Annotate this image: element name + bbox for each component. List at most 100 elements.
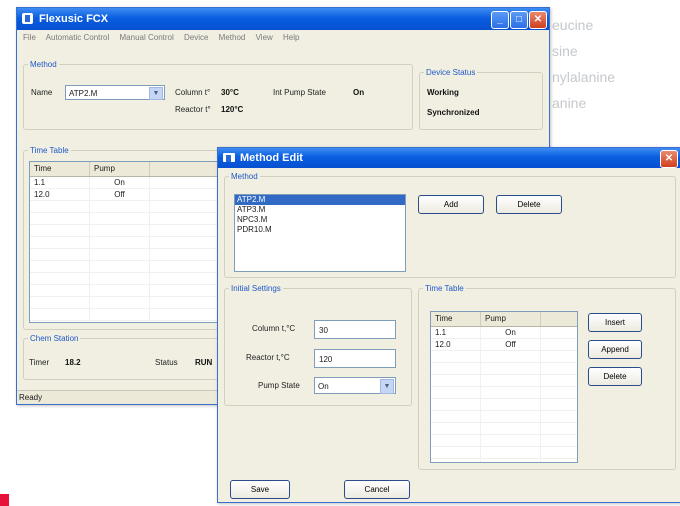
table-row-empty — [30, 261, 218, 273]
table-cell: On — [90, 177, 150, 188]
list-item[interactable]: PDR10.M — [235, 225, 405, 235]
table-row-empty — [30, 213, 218, 225]
table-row-empty — [30, 273, 218, 285]
device-status-synchronized: Synchronized — [427, 108, 480, 117]
table-row-empty — [30, 249, 218, 261]
method-name-value: ATP2.M — [69, 89, 98, 98]
dialog-close-icon[interactable]: ✕ — [660, 150, 678, 168]
dialog-titlebar[interactable]: Method Edit ✕ — [218, 148, 680, 168]
menu-help[interactable]: Help — [283, 33, 299, 42]
main-titlebar[interactable]: Flexusic FCX _ □ ✕ — [17, 8, 549, 30]
reactor-temp-input[interactable]: 120 — [314, 349, 396, 368]
column-temp-label: Column t° — [175, 88, 211, 97]
table-row-empty — [431, 411, 577, 423]
table-row-empty — [30, 201, 218, 213]
table-cell: Off — [481, 339, 541, 350]
device-status-title: Device Status — [426, 68, 476, 77]
cancel-button[interactable]: Cancel — [344, 480, 410, 499]
pump-state-select[interactable]: On ▼ — [314, 377, 396, 394]
table-header: Time Pump — [431, 312, 577, 327]
status-value: RUN — [195, 358, 213, 367]
method-group-title: Method — [30, 60, 57, 69]
delete-row-button[interactable]: Delete — [588, 367, 642, 386]
dialog-icon — [223, 153, 235, 162]
menu-view[interactable]: View — [256, 33, 273, 42]
table-cell: 12.0 — [30, 189, 90, 200]
status-bar-text: Ready — [19, 393, 43, 402]
method-list[interactable]: ATP2.M ATP3.M NPC3.M PDR10.M — [234, 194, 406, 272]
menu-file[interactable]: File — [23, 33, 36, 42]
main-window-title: Flexusic FCX — [39, 13, 109, 25]
menu-bar: File Automatic Control Manual Control De… — [17, 30, 549, 46]
save-button[interactable]: Save — [230, 480, 290, 499]
pump-state-value: On — [318, 382, 329, 391]
minimize-icon[interactable]: _ — [491, 11, 509, 29]
menu-automatic-control[interactable]: Automatic Control — [46, 33, 110, 42]
table-row-empty — [431, 363, 577, 375]
delete-method-button[interactable]: Delete — [496, 195, 562, 214]
dialog-time-table: Time Pump 1.1 On 12.0 Off — [430, 311, 578, 463]
table-row[interactable]: 12.0 Off — [431, 339, 577, 351]
timer-value: 18.2 — [65, 358, 81, 367]
append-button[interactable]: Append — [588, 340, 642, 359]
chevron-down-icon[interactable]: ▼ — [149, 87, 163, 100]
timer-label: Timer — [29, 358, 50, 367]
menu-device[interactable]: Device — [184, 33, 208, 42]
device-status-group: Device Status — [419, 68, 543, 130]
header-time[interactable]: Time — [30, 162, 90, 176]
name-label: Name — [31, 88, 53, 97]
table-cell: Off — [90, 189, 150, 200]
chevron-down-icon[interactable]: ▼ — [380, 379, 394, 394]
table-cell: On — [481, 327, 541, 338]
table-row-empty — [431, 399, 577, 411]
list-item[interactable]: ATP3.M — [235, 205, 405, 215]
initial-settings-title: Initial Settings — [231, 284, 281, 293]
background-word: anine — [552, 95, 587, 111]
table-cell: 1.1 — [431, 327, 481, 338]
pump-state-label: Pump State — [258, 381, 300, 390]
table-row-empty — [431, 435, 577, 447]
table-row[interactable]: 1.1 On — [30, 177, 218, 189]
background-word: sine — [552, 43, 578, 59]
close-icon[interactable]: ✕ — [529, 11, 547, 29]
header-pump[interactable]: Pump — [481, 312, 541, 326]
insert-button[interactable]: Insert — [588, 313, 642, 332]
reactor-temp-label: Reactor t° — [175, 105, 211, 114]
table-row[interactable]: 1.1 On — [431, 327, 577, 339]
app-icon — [22, 13, 33, 24]
header-pump[interactable]: Pump — [90, 162, 150, 176]
add-method-button[interactable]: Add — [418, 195, 484, 214]
list-item[interactable]: NPC3.M — [235, 215, 405, 225]
maximize-icon[interactable]: □ — [510, 11, 528, 29]
chem-station-title: Chem Station — [30, 334, 79, 343]
table-row-empty — [30, 309, 218, 321]
table-row-empty — [30, 285, 218, 297]
pump-state-label: Int Pump State — [273, 88, 326, 97]
status-label: Status — [155, 358, 178, 367]
device-status-working: Working — [427, 88, 459, 97]
reactor-temp-value: 120°C — [221, 105, 244, 114]
menu-manual-control[interactable]: Manual Control — [120, 33, 174, 42]
table-row-empty — [431, 459, 577, 462]
menu-method[interactable]: Method — [219, 33, 246, 42]
table-header: Time Pump — [30, 162, 218, 177]
list-item[interactable]: ATP2.M — [235, 195, 405, 205]
table-row-empty — [431, 447, 577, 459]
time-table-title: Time Table — [30, 146, 69, 155]
table-row-empty — [431, 375, 577, 387]
table-row[interactable]: 12.0 Off — [30, 189, 218, 201]
table-row-empty — [431, 387, 577, 399]
table-row-empty — [30, 297, 218, 309]
method-name-select[interactable]: ATP2.M ▼ — [65, 85, 165, 100]
reactor-temp-label: Reactor t,°C — [246, 353, 290, 362]
column-temp-label: Column t,°C — [252, 324, 296, 333]
column-temp-input[interactable]: 30 — [314, 320, 396, 339]
red-marker — [0, 494, 9, 506]
table-cell: 12.0 — [431, 339, 481, 350]
header-time[interactable]: Time — [431, 312, 481, 326]
table-cell: 1.1 — [30, 177, 90, 188]
table-row-empty — [431, 423, 577, 435]
dialog-title: Method Edit — [240, 152, 303, 164]
pump-state-value: On — [353, 88, 365, 97]
method-edit-dialog: Method Edit ✕ Method ATP2.M ATP3.M NPC3.… — [217, 147, 680, 503]
